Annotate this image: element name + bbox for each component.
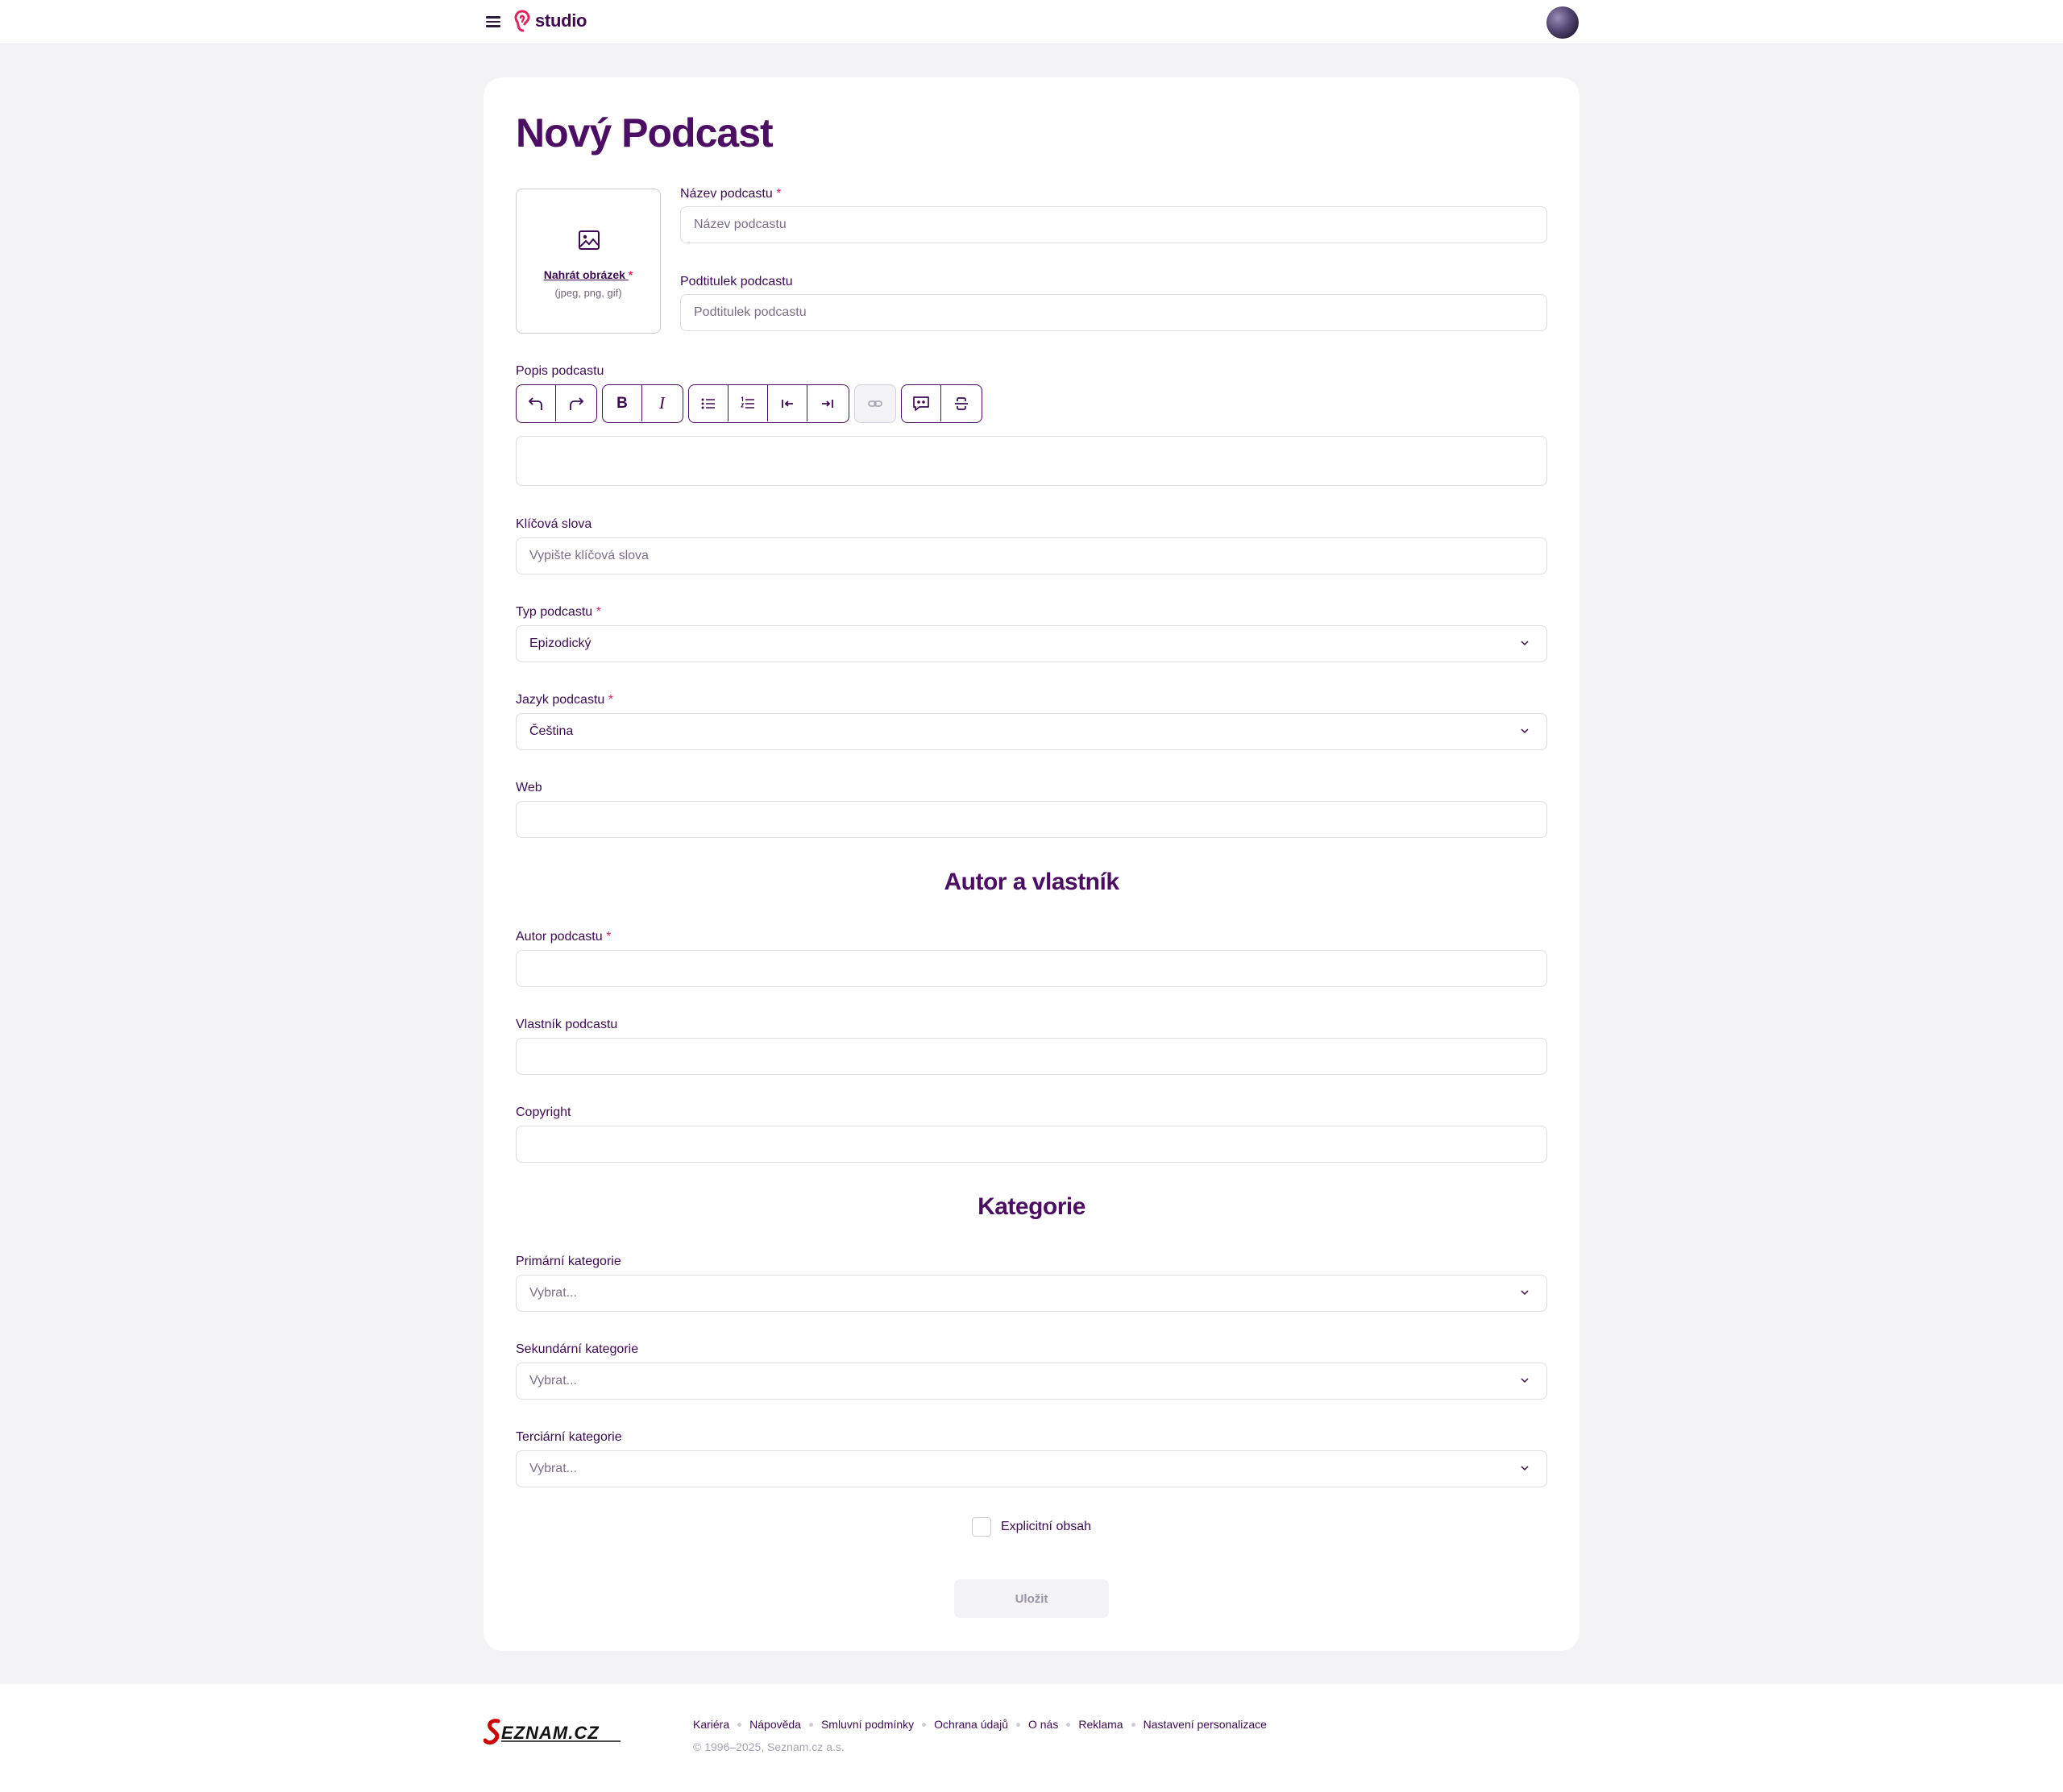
separator-dot: [1131, 1722, 1135, 1727]
explicit-content-checkbox[interactable]: [971, 1517, 991, 1537]
tertiary-category-label: Terciární kategorie: [516, 1430, 622, 1444]
web-input[interactable]: [516, 801, 1547, 838]
undo-icon: [528, 396, 542, 410]
footer-link-napoveda[interactable]: Nápověda: [749, 1718, 801, 1731]
top-bar: studio: [0, 0, 2063, 44]
outdent-icon: [782, 399, 793, 408]
italic-button[interactable]: I: [642, 385, 682, 421]
separator-dot: [1015, 1722, 1020, 1727]
secondary-category-select[interactable]: Vybrat...: [516, 1363, 1547, 1400]
web-label: Web: [516, 781, 542, 794]
format-group: B I: [602, 384, 683, 423]
chevron-down-icon: [1521, 728, 1529, 734]
type-label: Typ podcastu *: [516, 605, 601, 619]
owner-input[interactable]: [516, 1038, 1547, 1075]
tertiary-category-placeholder: Vybrat...: [529, 1462, 577, 1475]
footer-link-privacy[interactable]: Ochrana údajů: [934, 1718, 1008, 1731]
hamburger-icon[interactable]: [484, 14, 503, 31]
tertiary-category-select[interactable]: Vybrat...: [516, 1450, 1547, 1487]
separator-dot: [737, 1722, 742, 1727]
upload-hint: (jpeg, png, gif): [554, 287, 622, 299]
primary-category-placeholder: Vybrat...: [529, 1286, 577, 1300]
explicit-content-label[interactable]: Explicitní obsah: [1001, 1520, 1091, 1534]
block-group: [901, 384, 982, 423]
section-title-categories: Kategorie: [978, 1193, 1085, 1220]
subtitle-label: Podtitulek podcastu: [680, 275, 793, 288]
blockquote-icon: [913, 396, 929, 411]
bold-button[interactable]: B: [603, 385, 642, 421]
footer-links: Kariéra Nápověda Smluvní podmínky Ochran…: [693, 1718, 1267, 1731]
svg-text:EZNAM.CZ: EZNAM.CZ: [501, 1723, 600, 1743]
section-title-author-owner: Autor a vlastník: [944, 869, 1119, 895]
strikethrough-button[interactable]: [941, 385, 981, 421]
podcast-name-input[interactable]: Název podcastu: [680, 206, 1547, 243]
description-editor[interactable]: [516, 436, 1547, 486]
owner-label: Vlastník podcastu: [516, 1018, 618, 1031]
copyright-text: © 1996–2025, Seznam.cz a.s.: [693, 1740, 845, 1753]
list-group: [688, 384, 849, 423]
podcast-language-value: Čeština: [529, 724, 574, 738]
chevron-down-icon: [1521, 1466, 1529, 1471]
footer: EZNAM.CZ Kariéra Nápověda Smluvní podmín…: [0, 1684, 2063, 1792]
primary-category-label: Primární kategorie: [516, 1255, 621, 1268]
copyright-label: Copyright: [516, 1105, 571, 1119]
separator-dot: [808, 1722, 813, 1727]
history-group: [516, 384, 597, 423]
indent-button[interactable]: [807, 385, 847, 421]
primary-category-select[interactable]: Vybrat...: [516, 1275, 1547, 1312]
image-icon: [579, 230, 600, 250]
copyright-input[interactable]: [516, 1126, 1547, 1163]
keywords-label: Klíčová slova: [516, 517, 592, 531]
podcast-subtitle-input[interactable]: Podtitulek podcastu: [680, 294, 1547, 331]
author-label: Autor podcastu *: [516, 930, 612, 944]
outdent-button[interactable]: [768, 385, 807, 421]
separator-dot: [1066, 1722, 1071, 1727]
secondary-category-placeholder: Vybrat...: [529, 1374, 577, 1388]
keywords-input[interactable]: Vypište klíčová slova: [516, 537, 1547, 575]
undo-button[interactable]: [517, 385, 556, 421]
name-label: Název podcastu *: [680, 187, 782, 201]
indent-icon: [821, 399, 833, 408]
link-group: [854, 384, 896, 423]
footer-link-terms[interactable]: Smluvní podmínky: [821, 1718, 914, 1731]
blockquote-button[interactable]: [902, 385, 941, 421]
upload-image-link[interactable]: Nahrát obrázek *: [517, 268, 660, 281]
image-upload[interactable]: Nahrát obrázek * (jpeg, png, gif): [516, 189, 661, 334]
bold-icon: B: [616, 394, 628, 412]
italic-icon: I: [659, 393, 665, 413]
redo-icon: [569, 396, 583, 410]
description-label: Popis podcastu: [516, 364, 604, 378]
ear-logo-icon: [514, 10, 530, 32]
chevron-down-icon: [1521, 1378, 1529, 1383]
footer-link-personalization[interactable]: Nastavení personalizace: [1144, 1718, 1267, 1731]
podcast-language-select[interactable]: Čeština: [516, 713, 1547, 750]
separator-dot: [922, 1722, 927, 1727]
footer-link-kariera[interactable]: Kariéra: [693, 1718, 729, 1731]
seznam-logo[interactable]: EZNAM.CZ: [484, 1716, 629, 1748]
explicit-content-row: Explicitní obsah: [484, 1517, 1579, 1537]
link-button[interactable]: [855, 385, 895, 421]
studio-logo[interactable]: studio: [514, 10, 587, 32]
save-button[interactable]: Uložit: [954, 1579, 1109, 1618]
podcast-type-select[interactable]: Epizodický: [516, 625, 1547, 662]
podcast-type-value: Epizodický: [529, 637, 592, 650]
numbered-list-icon: [741, 396, 754, 409]
footer-link-ads[interactable]: Reklama: [1078, 1718, 1123, 1731]
bullet-list-button[interactable]: [689, 385, 728, 421]
language-label: Jazyk podcastu *: [516, 693, 613, 707]
link-icon: [867, 400, 882, 407]
logo-text: studio: [535, 10, 587, 31]
podcast-form-card: Nový Podcast Nahrát obrázek * (jpeg, png…: [484, 77, 1579, 1651]
footer-link-about[interactable]: O nás: [1028, 1718, 1058, 1731]
secondary-category-label: Sekundární kategorie: [516, 1342, 639, 1356]
page-title: Nový Podcast: [516, 110, 774, 156]
chevron-down-icon: [1521, 1290, 1529, 1296]
chevron-down-icon: [1521, 641, 1529, 646]
author-input[interactable]: [516, 950, 1547, 987]
bullet-list-icon: [701, 398, 715, 409]
numbered-list-button[interactable]: [728, 385, 768, 421]
redo-button[interactable]: [556, 385, 596, 421]
user-avatar[interactable]: [1546, 6, 1579, 39]
strikethrough-icon: [954, 396, 968, 410]
